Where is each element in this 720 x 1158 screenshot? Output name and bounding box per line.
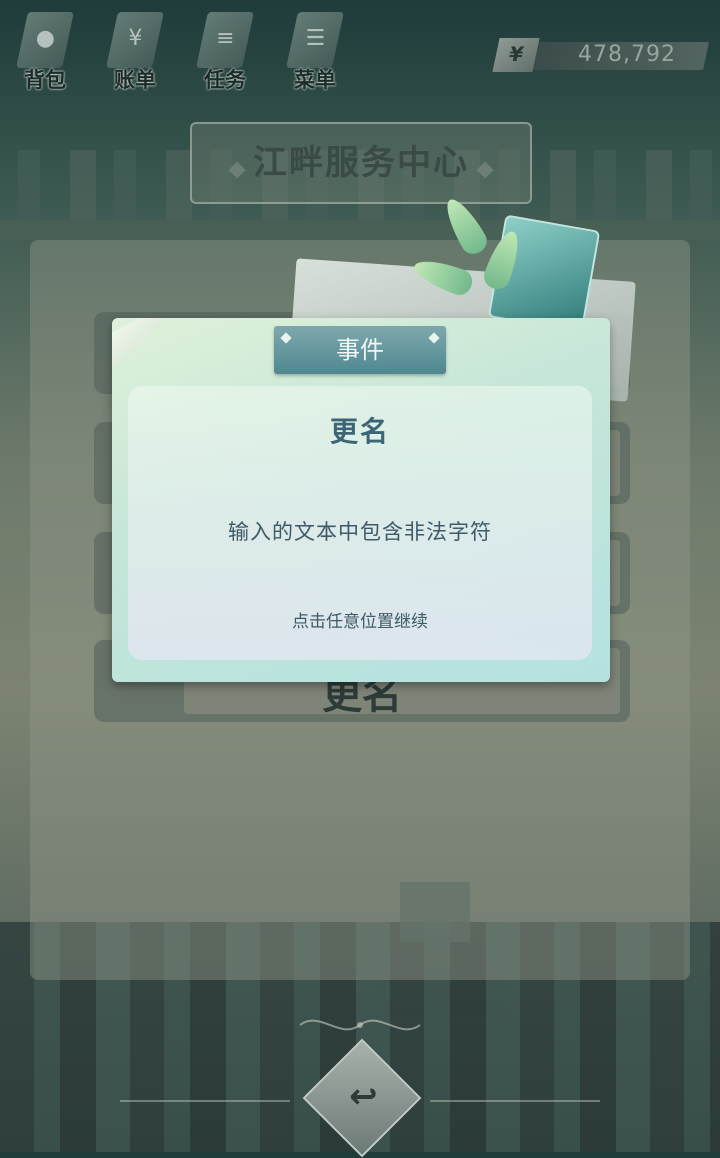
divider-line xyxy=(430,1100,600,1102)
dialog-message: 输入的文本中包含非法字符 xyxy=(228,520,492,544)
yen-icon: ¥ xyxy=(492,38,540,72)
return-arrow-icon: ↩ xyxy=(349,1076,378,1117)
dialog-header: 事件 xyxy=(274,326,446,374)
bag-label: 背包 xyxy=(24,68,66,92)
page-title: 江畔服务中心 xyxy=(253,143,469,183)
page-title-plate: 江畔服务中心 xyxy=(190,122,532,204)
dialog-header-label: 事件 xyxy=(336,336,384,364)
money-value: 478,792 xyxy=(578,42,676,67)
menu-label: 菜单 xyxy=(294,68,336,92)
scroll-ornament-icon xyxy=(299,1019,421,1031)
task-label: 任务 xyxy=(204,68,246,92)
money-display: ¥ 478,792 xyxy=(492,38,709,72)
diamond-ornament-icon xyxy=(428,332,440,344)
menu-icon: ☰ xyxy=(286,12,344,68)
bag-icon: ● xyxy=(16,12,74,68)
bill-label: 账单 xyxy=(114,68,156,92)
diamond-ornament-icon xyxy=(280,332,292,344)
task-icon: ≡ xyxy=(196,12,254,68)
continue-hint: 点击任意位置继续 xyxy=(292,612,428,632)
bag-button[interactable]: ● 背包 xyxy=(10,8,80,94)
menu-button[interactable]: ☰ 菜单 xyxy=(280,8,350,94)
diamond-ornament-icon xyxy=(476,161,494,178)
top-bar: ● 背包 ¥ 账单 ≡ 任务 ☰ 菜单 ¥ 478,792 xyxy=(0,0,720,100)
diamond-ornament-icon xyxy=(228,161,246,178)
task-button[interactable]: ≡ 任务 xyxy=(190,8,260,94)
divider-line xyxy=(120,1100,290,1102)
bill-button[interactable]: ¥ 账单 xyxy=(100,8,170,94)
dialog-title: 更名 xyxy=(329,415,390,448)
bill-icon: ¥ xyxy=(106,12,164,68)
